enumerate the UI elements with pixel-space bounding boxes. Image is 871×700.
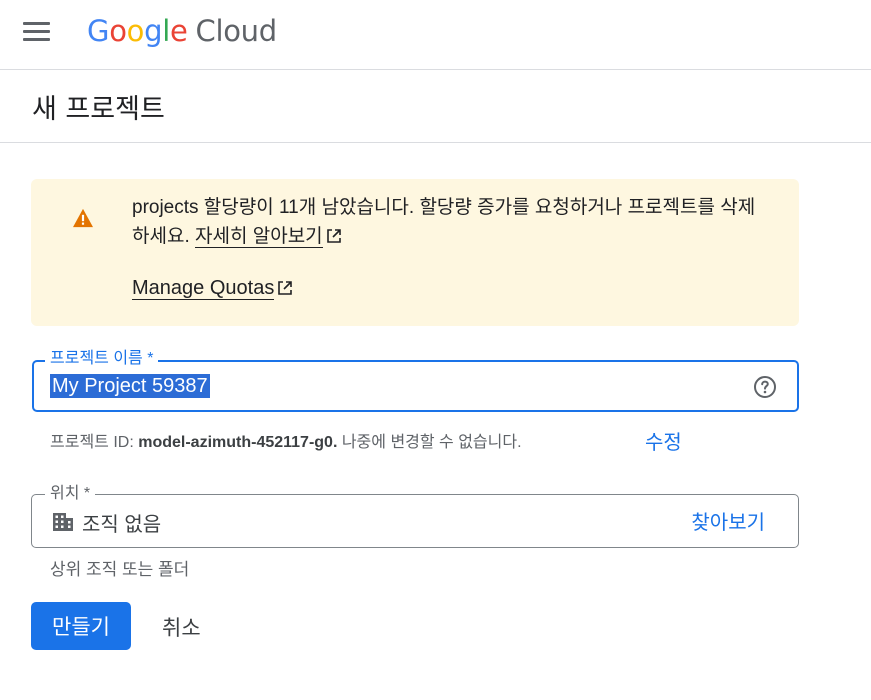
- title-bar: 새 프로젝트: [0, 70, 871, 143]
- edit-project-id-button[interactable]: 수정: [645, 426, 682, 455]
- quota-warning-banner: projects 할당량이 11개 남았습니다. 할당량 증가를 요청하거나 프…: [31, 179, 799, 326]
- page-title: 새 프로젝트: [32, 94, 165, 125]
- project-id-value: model-azimuth-452117-g0.: [138, 434, 338, 451]
- cancel-button[interactable]: 취소: [162, 612, 201, 642]
- manage-quotas-link[interactable]: Manage Quotas: [132, 277, 275, 300]
- location-field[interactable]: 위치 * 조직 없음 찾아보기: [31, 485, 799, 548]
- location-label: 위치 *: [45, 485, 96, 503]
- help-circle-icon[interactable]: [753, 375, 777, 399]
- hamburger-menu-icon[interactable]: [20, 18, 54, 48]
- project-name-input[interactable]: My Project 59387: [50, 374, 210, 398]
- browse-button[interactable]: 찾아보기: [691, 506, 765, 535]
- quota-warning-message: projects 할당량이 11개 남았습니다. 할당량 증가를 요청하거나 프…: [132, 197, 756, 248]
- location-hint: 상위 조직 또는 폴더: [50, 560, 190, 579]
- warning-icon: [73, 208, 93, 228]
- project-id-hint: 프로젝트 ID: model-azimuth-452117-g0. 나중에 변경…: [50, 434, 522, 451]
- top-bar: Google Cloud: [0, 0, 871, 70]
- location-value: 조직 없음: [82, 514, 162, 536]
- external-link-icon: [278, 281, 293, 295]
- google-cloud-logo[interactable]: Google Cloud: [87, 14, 277, 48]
- external-link-icon: [326, 229, 341, 243]
- building-icon: [53, 513, 73, 531]
- learn-more-link[interactable]: 자세히 알아보기: [195, 226, 323, 248]
- project-name-field[interactable]: 프로젝트 이름 * My Project 59387: [32, 350, 799, 412]
- project-name-label: 프로젝트 이름 *: [45, 350, 159, 368]
- create-button[interactable]: 만들기: [31, 602, 131, 650]
